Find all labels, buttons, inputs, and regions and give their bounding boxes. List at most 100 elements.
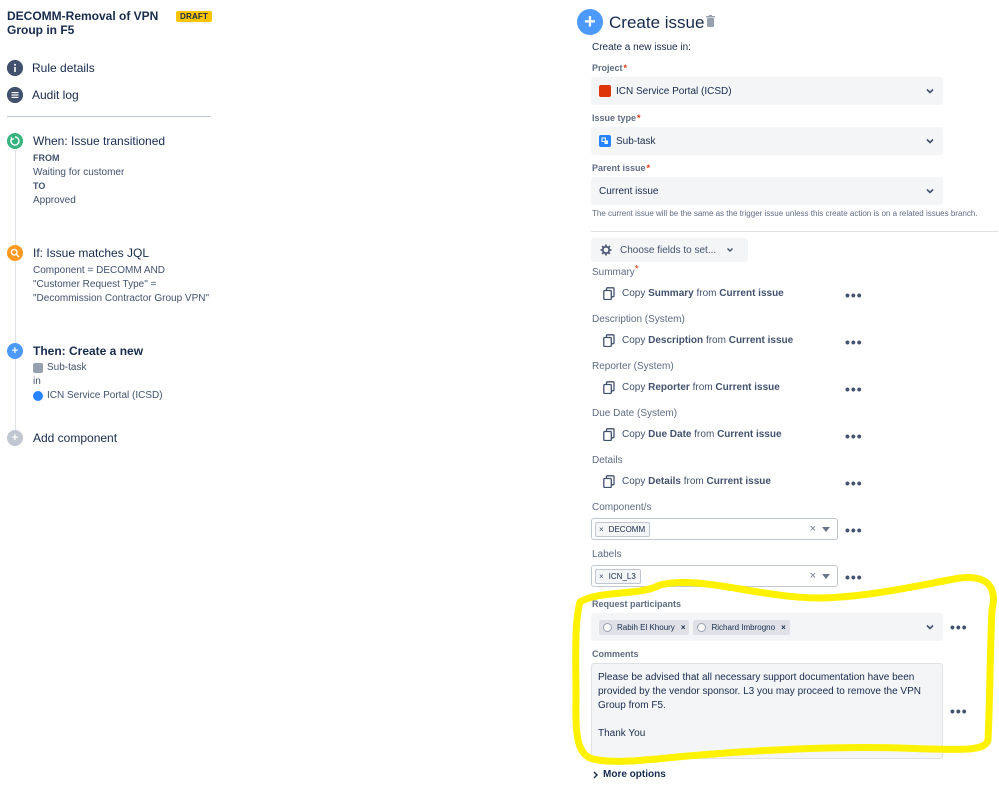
jql-line-3: "Decommission Contractor Group VPN" [33,293,210,304]
more-options-label: More options [603,769,666,780]
copy-icon [603,334,615,347]
copy-verb: Copy [622,382,646,393]
copy-icon [603,381,615,394]
create-issue-icon: + [577,9,603,35]
divider [7,116,211,117]
issue-type-select[interactable]: Sub-task [591,127,943,155]
copy-field-name: Description [648,335,704,346]
copy-field-row[interactable]: Copy Reporter from Current issue [603,381,780,394]
list-icon [7,87,23,103]
copy-from: from [683,476,704,487]
remove-icon[interactable]: × [599,525,604,534]
copy-field-row[interactable]: Copy Due Date from Current issue [603,428,782,441]
chevron-right-icon [593,771,598,778]
more-actions-button[interactable]: ••• [950,620,968,634]
component-tag[interactable]: × DECOMM [595,521,651,537]
parent-issue-select[interactable]: Current issue [591,177,943,205]
copy-from: from [696,288,717,299]
participants-label: Request participants [592,599,682,609]
copy-verb: Copy [622,335,646,346]
plus-icon: + [7,343,23,359]
create-issue-title: Create issue [609,13,705,32]
participant-tag[interactable]: Richard Imbrogno × [693,619,790,635]
more-actions-button[interactable]: ••• [845,382,863,396]
copy-icon [603,475,615,488]
parent-help-text: The current issue will be the same as th… [592,209,978,218]
more-actions-button[interactable]: ••• [845,523,863,537]
participants-select[interactable]: Rabih El Khoury × Richard Imbrogno × [591,613,943,641]
copy-field-name: Reporter [648,382,690,393]
project-field-label: Project* [592,63,628,73]
add-icon: + [7,430,23,446]
remove-icon[interactable]: × [599,572,604,581]
copy-source: Current issue [715,382,780,393]
audit-log-label: Audit log [32,88,79,102]
rule-details-label: Rule details [32,61,95,75]
parent-field-label: Parent issue* [592,163,651,173]
components-label: Component/s [592,502,652,513]
trigger-heading: When: Issue transitioned [33,134,166,148]
copy-from: from [694,429,715,440]
project-select[interactable]: ICN Service Portal (ICSD) [591,77,943,105]
timeline-line [15,150,16,432]
more-actions-button[interactable]: ••• [845,429,863,443]
remove-icon[interactable]: × [681,623,686,632]
trash-icon[interactable] [706,15,715,27]
info-icon [7,60,23,76]
action-issue-type-label: Sub-task [47,362,87,373]
copy-field-row[interactable]: Copy Description from Current issue [603,334,793,347]
project-icon [599,85,611,97]
add-component-label: Add component [33,431,118,445]
avatar [603,622,612,632]
chevron-down-icon [727,248,734,252]
field-label: Summary* [592,264,639,278]
from-label: FROM [33,153,60,163]
project-icon [33,390,43,401]
more-actions-button[interactable]: ••• [845,476,863,490]
action-project-label: ICN Service Portal (ICSD) [47,390,163,401]
copy-source: Current issue [717,429,782,440]
clear-icon[interactable]: × [810,523,816,535]
dropdown-icon[interactable] [822,527,830,532]
more-options-toggle[interactable]: More options [592,769,666,780]
in-label: in [33,376,41,387]
copy-source: Current issue [706,476,771,487]
to-value: Approved [33,195,76,206]
participant-tag[interactable]: Rabih El Khoury × [599,619,690,635]
more-actions-button[interactable]: ••• [845,335,863,349]
subtask-icon [33,362,43,373]
remove-icon[interactable]: × [781,623,786,632]
choose-fields-button[interactable]: Choose fields to set... [591,238,748,262]
divider [591,231,998,232]
condition-heading: If: Issue matches JQL [33,246,150,260]
field-label: Due Date (System) [592,408,678,419]
labels-select[interactable]: × ICN_L3 × [591,565,838,587]
audit-log-link[interactable]: Audit log [7,87,79,103]
copy-field-row[interactable]: Copy Summary from Current issue [603,287,784,300]
copy-field-name: Details [648,476,681,487]
avatar [697,622,707,632]
copy-icon [603,287,615,300]
chevron-down-icon [926,138,934,144]
dropdown-icon[interactable] [822,574,830,579]
trigger-icon [7,133,23,149]
more-actions-button[interactable]: ••• [950,704,968,718]
rule-details-link[interactable]: Rule details [7,60,95,76]
copy-verb: Copy [622,288,646,299]
more-actions-button[interactable]: ••• [845,288,863,302]
choose-fields-label: Choose fields to set... [620,244,717,256]
copy-field-name: Summary [648,288,694,299]
copy-field-name: Due Date [648,429,692,440]
components-select[interactable]: × DECOMM × [591,518,838,540]
comments-label: Comments [592,649,639,659]
copy-from: from [705,335,726,346]
more-actions-button[interactable]: ••• [845,570,863,584]
subtask-icon [599,135,611,147]
clear-icon[interactable]: × [810,570,816,582]
chevron-down-icon [926,624,934,630]
label-tag[interactable]: × ICN_L3 [595,568,641,584]
comment-textarea[interactable]: Please be advised that all necessary sup… [591,663,943,759]
rule-title: DECOMM-Removal of VPN Group in F5 [7,9,159,37]
copy-field-row[interactable]: Copy Details from Current issue [603,475,771,488]
comment-line: Please be advised that all necessary sup… [598,672,915,683]
